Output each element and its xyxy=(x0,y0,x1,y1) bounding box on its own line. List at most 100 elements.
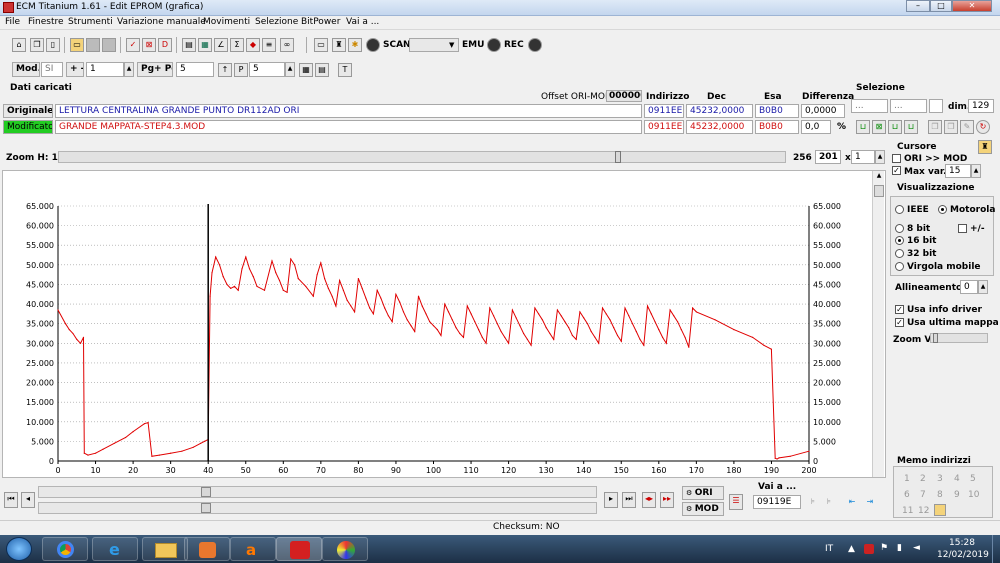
table-icon[interactable]: ▤ xyxy=(315,63,329,77)
copy-sel-icon[interactable]: ❐ xyxy=(928,120,942,134)
avast-taskbar-icon[interactable]: a xyxy=(230,537,276,561)
mod-scroll-thumb[interactable] xyxy=(201,503,211,513)
scroll-up-icon[interactable]: ▲ xyxy=(874,172,884,182)
driver-icon[interactable]: D xyxy=(158,38,172,52)
volume-icon[interactable]: ◄ xyxy=(913,543,920,553)
alignment-input[interactable]: 0 xyxy=(960,280,978,294)
binoculars-icon[interactable]: ∞ xyxy=(280,38,294,52)
selection-extra[interactable] xyxy=(929,99,943,113)
info-driver-checkbox[interactable]: ✓ xyxy=(895,305,904,314)
graph-icon[interactable]: ∠ xyxy=(214,38,228,52)
select-end-icon[interactable]: ⊔ xyxy=(888,120,902,134)
alignment-spinner[interactable]: ▲ xyxy=(978,280,988,294)
record-dot-icon[interactable] xyxy=(366,38,380,52)
disk-icon[interactable] xyxy=(102,38,116,52)
chart-vertical-scrollbar[interactable]: ▲ xyxy=(872,171,884,477)
mod-button[interactable]: ⚙ MOD xyxy=(682,502,724,516)
ecm-titanium-taskbar-icon[interactable] xyxy=(276,537,322,561)
monitor-icon[interactable]: ▭ xyxy=(314,38,328,52)
scroll-thumb[interactable] xyxy=(874,185,884,197)
explorer-taskbar-icon[interactable] xyxy=(142,537,188,561)
select-start-icon[interactable]: ⊔ xyxy=(856,120,870,134)
clock-time[interactable]: 15:28 xyxy=(949,538,975,548)
user-icon[interactable]: ✱ xyxy=(348,38,362,52)
lock-cursor-icon[interactable]: ♜ xyxy=(978,140,992,154)
sigma-icon[interactable]: Σ xyxy=(230,38,244,52)
show-desktop-button[interactable] xyxy=(992,535,1000,563)
menu-finestre[interactable]: Finestre xyxy=(28,17,64,27)
emu-toggle-icon[interactable] xyxy=(487,38,501,52)
zoom-h-thumb[interactable] xyxy=(615,151,621,163)
zoom-v-thumb[interactable] xyxy=(933,333,938,343)
last-icon[interactable]: ⏭ xyxy=(622,492,636,508)
last-map-checkbox[interactable]: ✓ xyxy=(895,318,904,327)
menu-strumenti[interactable]: Strumenti xyxy=(68,17,113,27)
zoom-mult-input[interactable]: 1 xyxy=(851,150,875,164)
menu-file[interactable]: File xyxy=(5,17,20,27)
network-icon[interactable]: ▮ xyxy=(897,543,902,553)
memo-slot-1[interactable]: 1 xyxy=(904,474,910,484)
diff-next-icon[interactable]: ▸▸ xyxy=(660,492,674,508)
arrange-icon[interactable]: ≡ xyxy=(262,38,276,52)
prev-icon[interactable]: ◂ xyxy=(21,492,35,508)
up-arrow-icon[interactable]: ↑ xyxy=(218,63,232,77)
goto-input[interactable]: 09119E xyxy=(753,495,801,509)
zoom-h-slider[interactable] xyxy=(58,151,786,163)
copy-icon[interactable]: ❐ xyxy=(30,38,44,52)
ie-taskbar-icon[interactable]: e xyxy=(92,537,138,561)
open-folder-icon[interactable]: ▭ xyxy=(70,38,84,52)
original-label[interactable]: Originale xyxy=(3,104,53,118)
menu-vai-a[interactable]: Vai a ... xyxy=(346,17,379,27)
chart-panel[interactable]: 0 0 5.000 5.000 10.000 10.000 15.000 15.000 20.0… xyxy=(2,170,886,478)
memo-slot-3[interactable]: 3 xyxy=(937,474,943,484)
select-mark-icon[interactable]: ⊠ xyxy=(872,120,886,134)
grid-icon[interactable]: ▦ xyxy=(299,63,313,77)
home-icon[interactable]: ⌂ xyxy=(12,38,26,52)
flag-tray-icon[interactable]: ⚑ xyxy=(880,543,888,553)
start-button[interactable] xyxy=(6,537,32,561)
select-all-icon[interactable]: ⊔ xyxy=(904,120,918,134)
mod-scrollbar[interactable] xyxy=(38,502,597,514)
ori-mod-checkbox[interactable] xyxy=(892,154,901,163)
minimize-button[interactable]: – xyxy=(906,0,930,12)
p-input[interactable]: 5 xyxy=(249,62,285,77)
menu-movimenti[interactable]: Movimenti xyxy=(203,17,250,27)
memo-slot-4[interactable]: 4 xyxy=(954,474,960,484)
modified-diff[interactable]: 0,0 xyxy=(801,120,831,134)
zoom-v-slider[interactable] xyxy=(930,333,988,343)
memo-slot-10[interactable]: 10 xyxy=(968,490,979,500)
selection-from[interactable]: ... xyxy=(851,99,888,113)
ieee-radio[interactable] xyxy=(895,205,904,214)
step-spinner[interactable]: ▲ xyxy=(124,62,134,77)
rec-toggle-icon[interactable] xyxy=(528,38,542,52)
ori-scroll-thumb[interactable] xyxy=(201,487,211,497)
memo-slot-6[interactable]: 6 xyxy=(904,490,910,500)
menu-bitpower[interactable]: BitPower xyxy=(301,17,340,27)
16bit-radio[interactable] xyxy=(895,236,904,245)
next-icon[interactable]: ▸ xyxy=(604,492,618,508)
memo-slot-12[interactable]: 12 xyxy=(918,506,929,516)
motorola-radio[interactable] xyxy=(938,205,947,214)
clock-date[interactable]: 12/02/2019 xyxy=(937,550,989,560)
step-input[interactable]: 1 xyxy=(86,62,124,77)
menu-variazione-manuale[interactable]: Variazione manuale xyxy=(117,17,206,27)
8bit-radio[interactable] xyxy=(895,224,904,233)
chrome-taskbar-icon[interactable] xyxy=(42,537,88,561)
memo-slot-7[interactable]: 7 xyxy=(920,490,926,500)
page-icon[interactable]: ▯ xyxy=(46,38,60,52)
page-step-input[interactable]: 5 xyxy=(176,62,214,77)
paste-sel-icon[interactable]: ❐ xyxy=(944,120,958,134)
text-icon[interactable]: T xyxy=(338,63,352,77)
zoom-mult-spinner[interactable]: ▲ xyxy=(875,150,885,164)
flag-icon[interactable]: ☰ xyxy=(729,494,743,510)
tray-chevron-icon[interactable]: ▲ xyxy=(848,544,855,554)
first-icon[interactable]: ⏮ xyxy=(4,492,18,508)
diff-prev-icon[interactable]: ◂▸ xyxy=(642,492,656,508)
eprom-line-chart[interactable]: 0 05.000 5.00010.000 10.00015.000 15.00020.0… xyxy=(3,171,887,479)
tray-app-icon[interactable] xyxy=(864,544,874,554)
p-spinner[interactable]: ▲ xyxy=(285,62,295,77)
memo-slot-5[interactable]: 5 xyxy=(970,474,976,484)
align-left-icon[interactable]: ⊧ xyxy=(806,496,820,510)
memo-slot-9[interactable]: 9 xyxy=(954,490,960,500)
marker-start-icon[interactable]: ⇤ xyxy=(845,496,859,510)
